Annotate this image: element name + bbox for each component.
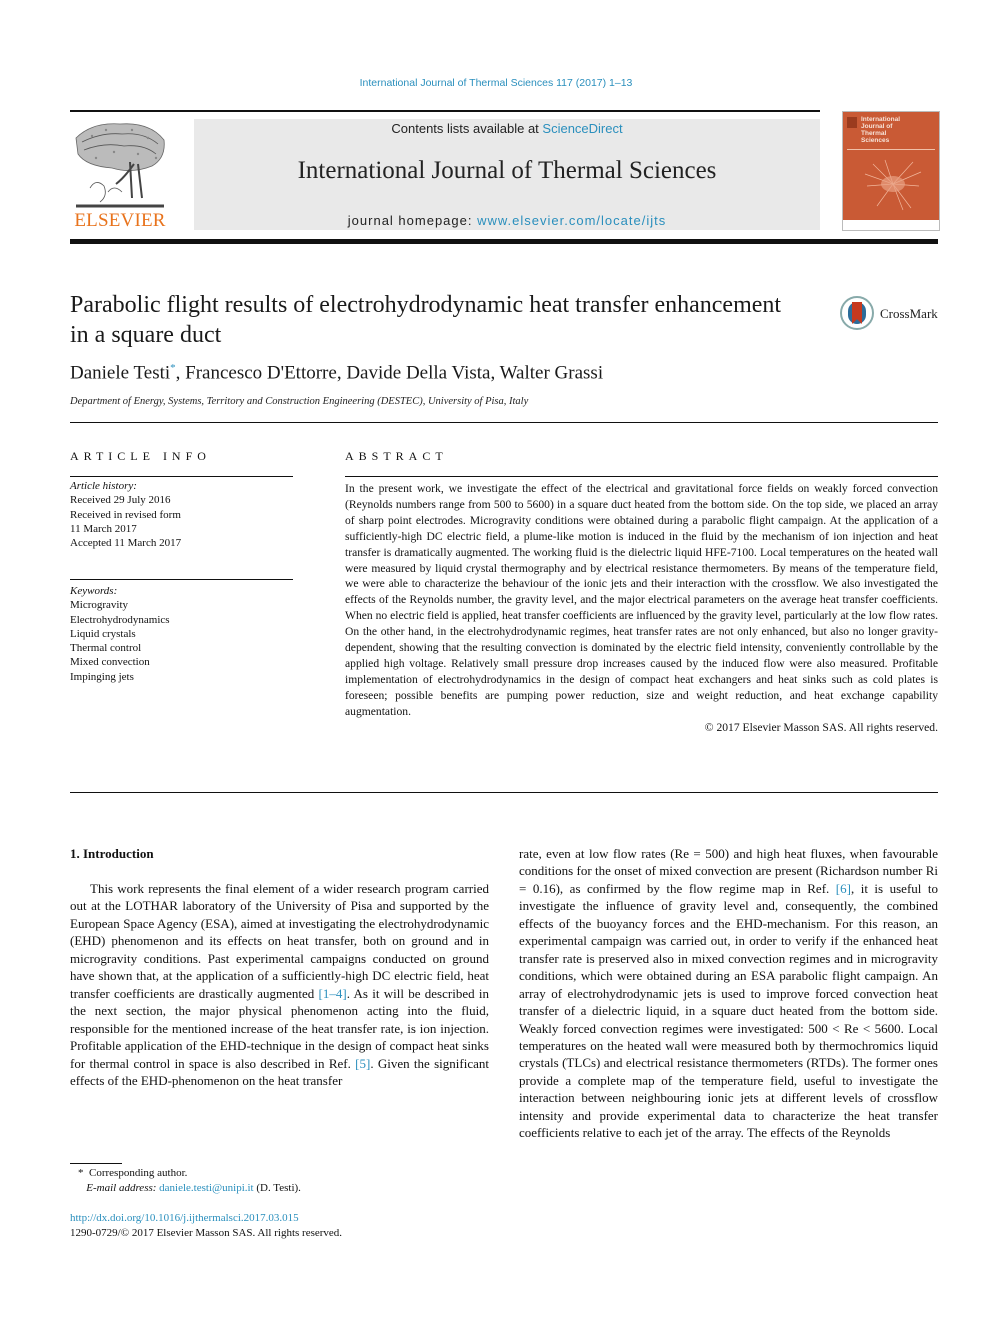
sciencedirect-link[interactable]: ScienceDirect <box>542 121 622 136</box>
masthead-rule <box>70 239 938 244</box>
keywords: Keywords: Microgravity Electrohydrodynam… <box>70 584 295 684</box>
elsevier-wordmark: ELSEVIER <box>74 210 166 231</box>
author-separator: , <box>490 362 500 384</box>
citation-link[interactable]: [5] <box>355 1056 370 1071</box>
history-item: Accepted 11 March 2017 <box>70 537 182 550</box>
article-info-heading: ARTICLE INFO <box>70 449 211 463</box>
affiliation: Department of Energy, Systems, Territory… <box>70 396 529 407</box>
paragraph: This work represents the final element o… <box>70 880 489 1089</box>
footnote-text: Corresponding author. <box>89 1167 188 1179</box>
citation-link[interactable]: [6] <box>836 881 851 896</box>
crossmark-label: CrossMark <box>880 306 938 321</box>
section-heading-introduction: 1. Introduction <box>70 846 154 861</box>
keywords-rule <box>70 579 293 580</box>
crossmark-button[interactable]: CrossMark <box>840 296 940 334</box>
author-name[interactable]: Francesco D'Ettorre <box>185 362 337 383</box>
keyword-item: Electrohydrodynamics <box>70 613 170 626</box>
article-history: Article history: Received 29 July 2016 R… <box>70 479 295 550</box>
article-info-rule <box>70 476 293 477</box>
elsevier-tree-icon <box>75 123 165 208</box>
journal-masthead: Contents lists available at ScienceDirec… <box>194 119 820 230</box>
author-separator: , <box>175 362 186 384</box>
history-label: Article history: <box>70 480 137 492</box>
journal-title: International Journal of Thermal Science… <box>297 157 717 184</box>
abstract-copyright: © 2017 Elsevier Masson SAS. All rights r… <box>704 720 938 734</box>
email-link[interactable]: daniele.testi@unipi.it <box>159 1182 253 1194</box>
email-note: E-mail address: daniele.testi@unipi.it (… <box>78 1181 301 1196</box>
top-rule <box>70 110 820 112</box>
text-run: This work represents the final element o… <box>70 881 489 1001</box>
homepage-link[interactable]: www.elsevier.com/locate/ijts <box>477 213 666 228</box>
cover-rule <box>847 149 935 150</box>
email-label: E-mail address: <box>86 1182 157 1194</box>
affiliation-rule <box>70 422 938 423</box>
email-suffix: (D. Testi). <box>253 1182 301 1194</box>
history-item: Received in revised form <box>70 508 181 521</box>
cover-footer <box>843 220 939 230</box>
contents-line: Contents lists available at ScienceDirec… <box>194 121 820 136</box>
homepage-line: journal homepage: www.elsevier.com/locat… <box>194 213 820 228</box>
homepage-prefix: journal homepage: <box>347 213 478 228</box>
abstract-text: In the present work, we investigate the … <box>345 482 938 718</box>
corresponding-author-note: * Corresponding author. <box>78 1166 301 1181</box>
keyword-item: Mixed convection <box>70 656 150 669</box>
keywords-label: Keywords: <box>70 585 118 597</box>
text-run: , it is useful to investigate the influe… <box>519 880 938 1141</box>
body-column-left: This work represents the final element o… <box>70 880 489 1089</box>
journal-cover-thumbnail[interactable]: International Journal of Thermal Science… <box>842 111 940 231</box>
doi-link[interactable]: http://dx.doi.org/10.1016/j.ijthermalsci… <box>70 1211 342 1226</box>
author-name[interactable]: Daniele Testi <box>70 362 170 383</box>
history-item: Received 29 July 2016 <box>70 494 171 507</box>
doi-block: http://dx.doi.org/10.1016/j.ijthermalsci… <box>70 1211 342 1241</box>
keyword-item: Liquid crystals <box>70 627 136 640</box>
cover-publisher-icon <box>847 117 857 128</box>
footnote-rule <box>70 1163 122 1164</box>
footnotes: * Corresponding author. E-mail address: … <box>78 1166 301 1196</box>
abstract-body: In the present work, we investigate the … <box>345 481 938 736</box>
keyword-item: Microgravity <box>70 599 129 612</box>
footnote-mark: * <box>78 1167 84 1179</box>
abstract-rule <box>345 476 938 477</box>
abstract-heading: ABSTRACT <box>345 449 448 463</box>
body-column-right: rate, even at low flow rates (Re = 500) … <box>519 845 938 1142</box>
article-title: Parabolic flight results of electrohydro… <box>70 292 782 348</box>
author-name[interactable]: Davide Della Vista <box>346 362 490 383</box>
author-list: Daniele Testi*, Francesco D'Ettorre, Dav… <box>70 362 603 384</box>
crossmark-icon <box>840 296 874 330</box>
elsevier-logo[interactable]: ELSEVIER <box>70 118 170 233</box>
author-separator: , <box>336 362 347 384</box>
history-item: 11 March 2017 <box>70 522 137 535</box>
citation-link[interactable]: [1–4] <box>319 986 347 1001</box>
running-head[interactable]: International Journal of Thermal Science… <box>0 77 992 89</box>
cover-art-icon <box>864 159 922 211</box>
keyword-item: Impinging jets <box>70 670 134 683</box>
cover-title: International Journal of Thermal Science… <box>861 116 901 144</box>
keyword-item: Thermal control <box>70 642 142 655</box>
contents-prefix: Contents lists available at <box>391 121 543 136</box>
author-name[interactable]: Walter Grassi <box>500 362 603 383</box>
abstract-end-rule <box>70 792 938 793</box>
issn-line: 1290-0729/© 2017 Elsevier Masson SAS. Al… <box>70 1227 343 1239</box>
paragraph: rate, even at low flow rates (Re = 500) … <box>519 845 938 1142</box>
